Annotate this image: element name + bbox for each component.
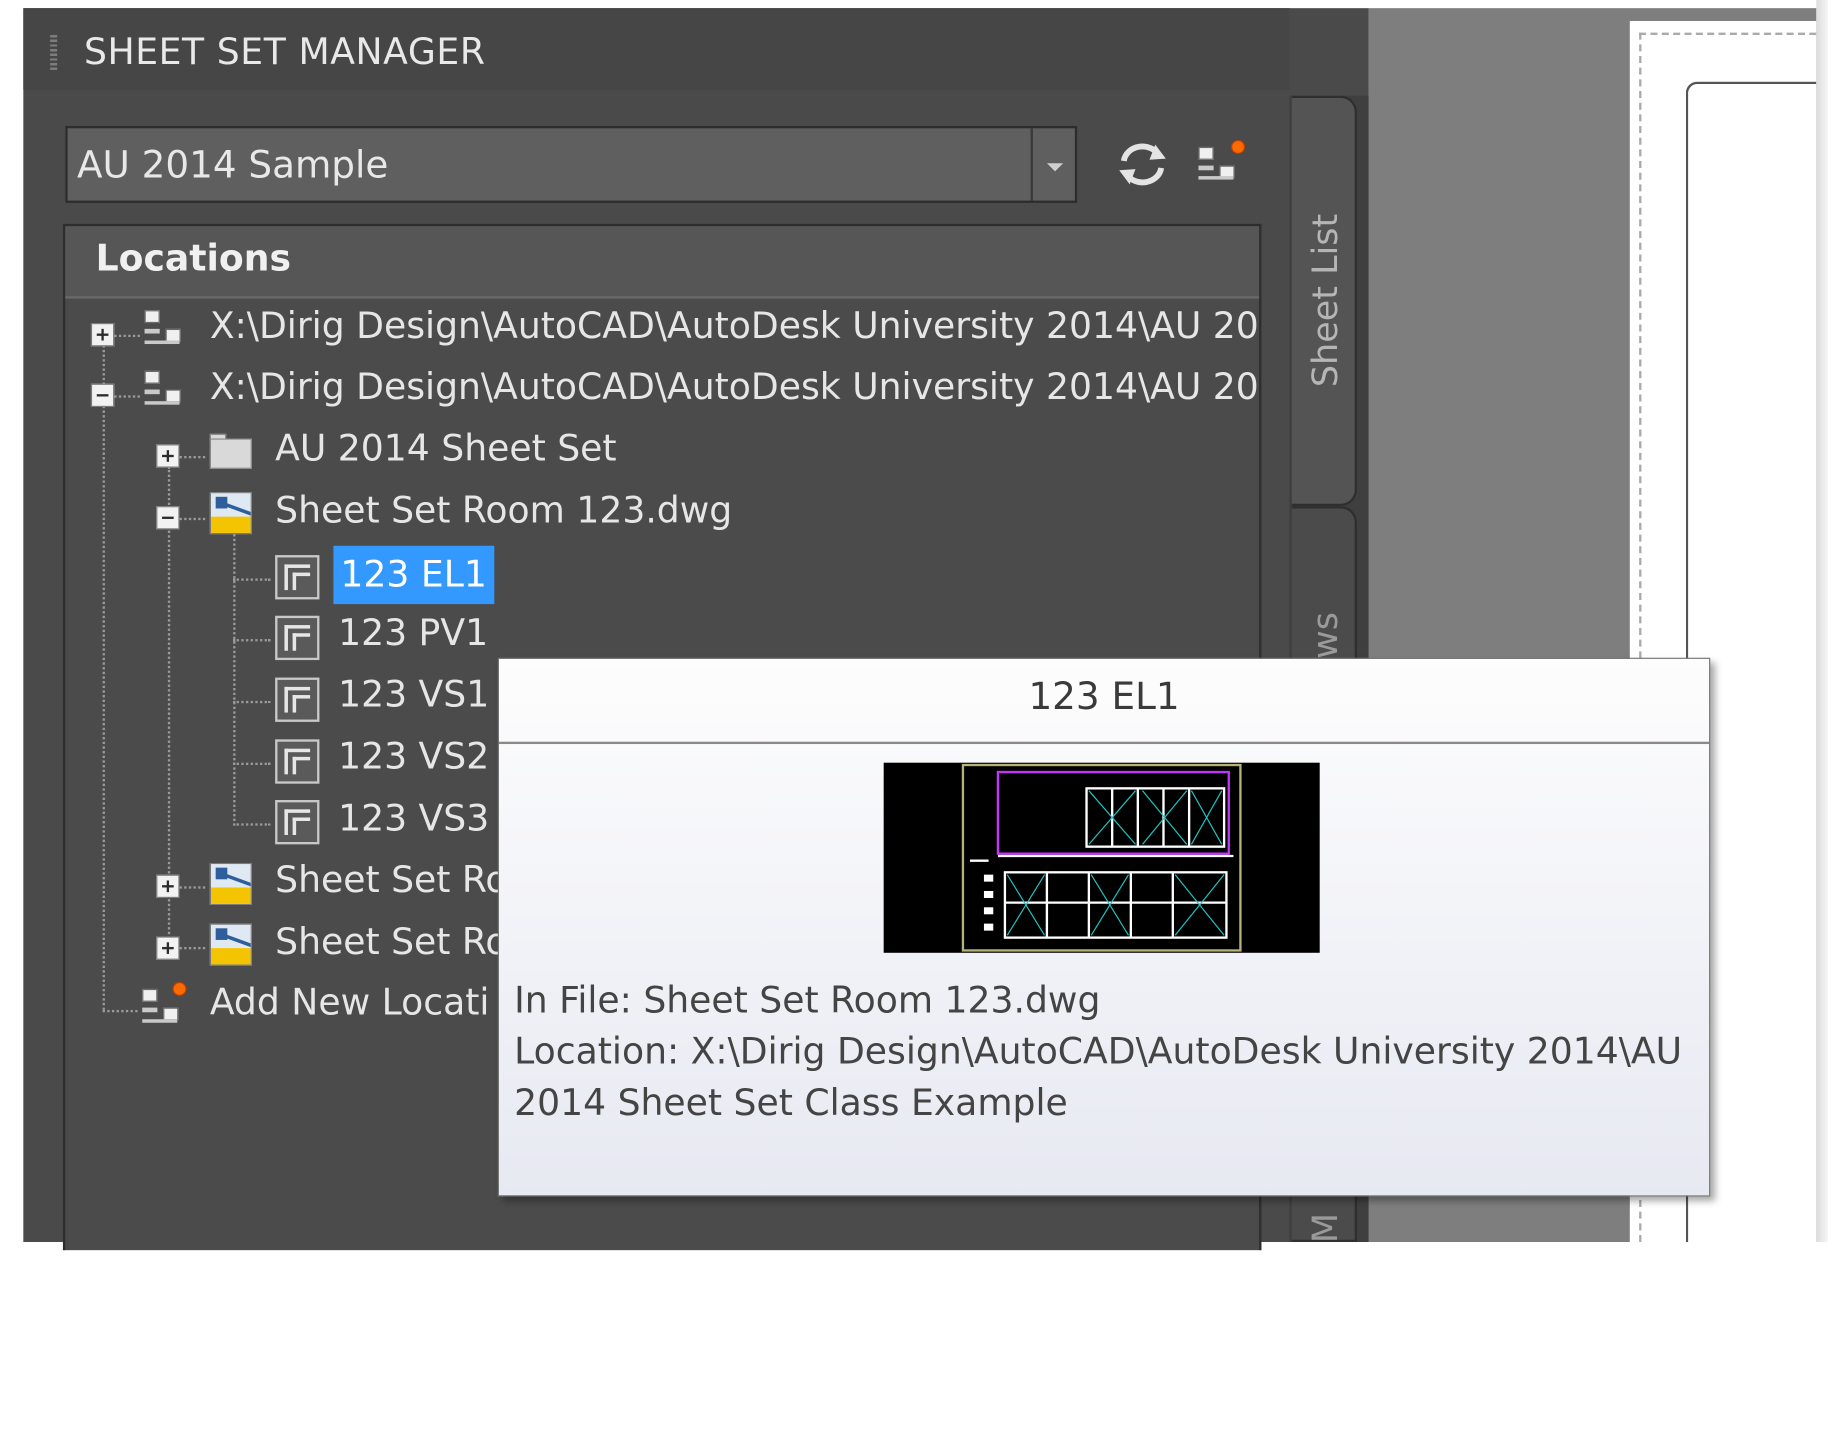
drawing-file-icon xyxy=(209,923,252,966)
tooltip-location-line1: Location: X:\Dirig Design\AutoCAD\AutoDe… xyxy=(514,1030,1683,1073)
tooltip-location-line2: 2014 Sheet Set Class Example xyxy=(514,1082,1068,1125)
folder-icon xyxy=(209,433,252,469)
named-view-icon xyxy=(275,800,320,845)
location-icon xyxy=(142,366,189,413)
tree-connector xyxy=(233,823,271,826)
locations-header-label: Locations xyxy=(95,237,291,280)
sheet-set-dropdown-value: AU 2014 Sample xyxy=(76,142,389,187)
named-view-icon xyxy=(275,739,320,784)
tab-model-label: M xyxy=(1305,1212,1347,1244)
tree-connector xyxy=(179,517,206,521)
tree-item-view[interactable]: 123 VS2 xyxy=(338,736,489,778)
collapse-icon[interactable] xyxy=(90,383,115,408)
tree-item-add-location[interactable]: Add New Locati xyxy=(210,982,490,1024)
add-location-icon[interactable] xyxy=(1196,139,1246,187)
tree-connector xyxy=(233,529,236,826)
tree-connector xyxy=(233,578,271,581)
tree-connector xyxy=(179,455,206,459)
drawing-file-icon xyxy=(209,862,252,905)
tree-connector xyxy=(233,762,271,766)
drag-grip-icon[interactable] xyxy=(50,34,58,70)
tooltip-title: 123 EL1 xyxy=(1028,674,1180,719)
tree-item-drawing-2[interactable]: Sheet Set Ro xyxy=(275,859,507,901)
tab-sheet-list-label: Sheet List xyxy=(1305,213,1347,388)
add-location-icon xyxy=(140,981,187,1029)
tree-item-view[interactable]: 123 VS1 xyxy=(338,674,489,716)
tree-connector xyxy=(114,395,140,398)
tree-connector xyxy=(233,639,271,642)
tree-item-view-selected[interactable]: 123 EL1 xyxy=(333,545,494,605)
tree-item-folder[interactable]: AU 2014 Sheet Set xyxy=(275,428,616,470)
location-icon xyxy=(142,306,189,353)
chevron-down-icon xyxy=(1046,163,1064,172)
tree-connector xyxy=(114,334,140,338)
named-view-icon xyxy=(275,555,320,600)
tree-item-view[interactable]: 123 PV1 xyxy=(338,612,488,654)
expand-icon[interactable] xyxy=(156,874,180,898)
panel-title: SHEET SET MANAGER xyxy=(83,31,486,74)
drawing-file-icon xyxy=(209,492,252,535)
tree-connector xyxy=(102,1009,138,1013)
tooltip-divider xyxy=(498,741,1710,745)
tree-connector xyxy=(233,700,271,704)
expand-icon[interactable] xyxy=(156,936,180,960)
expand-icon[interactable] xyxy=(90,323,115,347)
named-view-icon xyxy=(275,615,320,661)
tree-item-drawing[interactable]: Sheet Set Room 123.dwg xyxy=(275,490,732,532)
named-view-icon xyxy=(275,677,320,722)
expand-icon[interactable] xyxy=(156,444,180,468)
tree-item-location-2[interactable]: X:\Dirig Design\AutoCAD\AutoDesk Univers… xyxy=(210,366,1259,408)
tree-connector xyxy=(102,345,105,1010)
tree-connector xyxy=(179,886,206,889)
collapse-icon[interactable] xyxy=(156,506,180,530)
tab-views-label: ws xyxy=(1305,612,1347,659)
tree-item-view[interactable]: 123 VS3 xyxy=(338,798,489,840)
tree-item-location-1[interactable]: X:\Dirig Design\AutoCAD\AutoDesk Univers… xyxy=(210,306,1259,348)
tree-item-drawing-3[interactable]: Sheet Set Ro xyxy=(275,921,507,963)
refresh-icon[interactable] xyxy=(1115,138,1171,192)
window-edge xyxy=(1816,0,1828,1243)
tooltip-in-file: In File: Sheet Set Room 123.dwg xyxy=(514,979,1101,1022)
view-thumbnail xyxy=(883,762,1320,953)
tree-connector xyxy=(179,946,206,950)
